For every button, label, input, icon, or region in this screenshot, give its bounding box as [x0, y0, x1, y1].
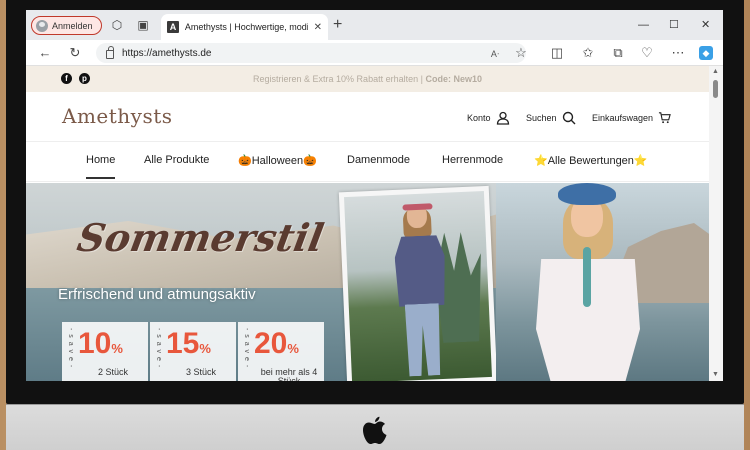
hero-banner[interactable]: Sommerstil Erfrischend und atmungsaktiv …: [26, 183, 709, 381]
tab-actions-icon[interactable]: ▣: [136, 18, 150, 32]
refresh-icon[interactable]: ↻: [68, 46, 82, 60]
close-window-button[interactable]: ✕: [701, 18, 710, 32]
site-favicon-icon: A: [167, 21, 179, 33]
tab-title: Amethysts | Hochwertige, modische: [184, 22, 308, 32]
browser-window: Anmelden ⬡ ▣ A Amethysts | Hochwertige, …: [26, 10, 723, 381]
profile-button[interactable]: Anmelden: [31, 16, 102, 35]
url-field[interactable]: https://amethysts.de: [96, 43, 526, 63]
workspaces-icon[interactable]: ⬡: [110, 18, 124, 32]
nav-all-products[interactable]: Alle Produkte: [144, 154, 209, 166]
cart-icon: [658, 112, 671, 124]
search-link[interactable]: Suchen: [526, 111, 576, 125]
user-icon: [496, 111, 509, 125]
more-menu-icon[interactable]: ⋯: [671, 46, 685, 60]
extensions-icon[interactable]: ♡: [640, 46, 654, 60]
hero-subtitle: Erfrischend und atmungsaktiv: [58, 286, 256, 303]
nav-halloween[interactable]: 🎃Halloween🎃: [238, 154, 317, 167]
web-page: f p Registrieren & Extra 10% Rabatt erha…: [26, 66, 709, 381]
nav-all-reviews[interactable]: ⭐Alle Bewertungen⭐: [534, 154, 648, 167]
offer-card: - s a v e - 10% 2 Stück: [62, 322, 148, 381]
model-photo-right: [496, 183, 709, 381]
avatar-icon: [36, 19, 48, 32]
scroll-thumb[interactable]: [713, 80, 718, 98]
promo-code: Code: New10: [425, 74, 482, 84]
cart-link[interactable]: Einkaufswagen: [592, 111, 671, 124]
scroll-up-icon[interactable]: ▲: [712, 68, 719, 75]
address-bar: ← ↻ https://amethysts.de Aᐧ ☆ ◫ ✩ ⧉ ♡ ⋯ …: [26, 40, 723, 66]
offer-card: - s a v e - 15% 3 Stück: [150, 322, 236, 381]
favorites-icon[interactable]: ✩: [581, 46, 595, 60]
nav-home[interactable]: Home: [86, 154, 116, 179]
url-text: https://amethysts.de: [122, 47, 212, 59]
nav-womens-fashion[interactable]: Damenmode: [347, 154, 410, 166]
account-link[interactable]: Konto: [467, 111, 510, 125]
lock-icon: [106, 45, 114, 59]
hero-script-title: Sommerstil: [74, 215, 328, 260]
back-icon[interactable]: ←: [38, 46, 52, 60]
tab-close-icon[interactable]: ✕: [314, 22, 322, 33]
main-nav: Home Alle Produkte 🎃Halloween🎃 Damenmode…: [26, 142, 709, 182]
announcement-bar: f p Registrieren & Extra 10% Rabatt erha…: [26, 66, 709, 92]
tab-amethysts[interactable]: A Amethysts | Hochwertige, modische ✕: [161, 14, 328, 40]
site-header: Amethysts Konto Suchen Einkaufswagen: [26, 92, 709, 142]
scroll-down-icon[interactable]: ▼: [712, 371, 719, 378]
collections-icon[interactable]: ⧉: [611, 46, 625, 60]
favorite-star-icon[interactable]: ☆: [514, 46, 528, 60]
copilot-icon[interactable]: ◆: [699, 46, 713, 60]
read-aloud-icon[interactable]: Aᐧ: [488, 47, 502, 61]
announcement-text: Registrieren & Extra 10% Rabatt erhalten…: [253, 74, 482, 84]
apple-logo-icon: [363, 416, 387, 444]
search-icon: [562, 111, 576, 125]
tab-strip: Anmelden ⬡ ▣ A Amethysts | Hochwertige, …: [26, 10, 723, 40]
minimize-button[interactable]: —: [638, 18, 649, 32]
maximize-button[interactable]: ☐: [669, 18, 679, 32]
nav-mens-fashion[interactable]: Herrenmode: [442, 154, 503, 166]
offer-card: - s a v e - 20% bei mehr als 4 Stück: [238, 322, 324, 381]
split-screen-icon[interactable]: ◫: [550, 46, 564, 60]
profile-label: Anmelden: [52, 20, 93, 31]
new-tab-button[interactable]: +: [333, 16, 342, 34]
page-scrollbar[interactable]: ▲ ▼: [709, 66, 723, 381]
model-photo-left: [338, 185, 498, 381]
site-logo[interactable]: Amethysts: [62, 104, 173, 128]
